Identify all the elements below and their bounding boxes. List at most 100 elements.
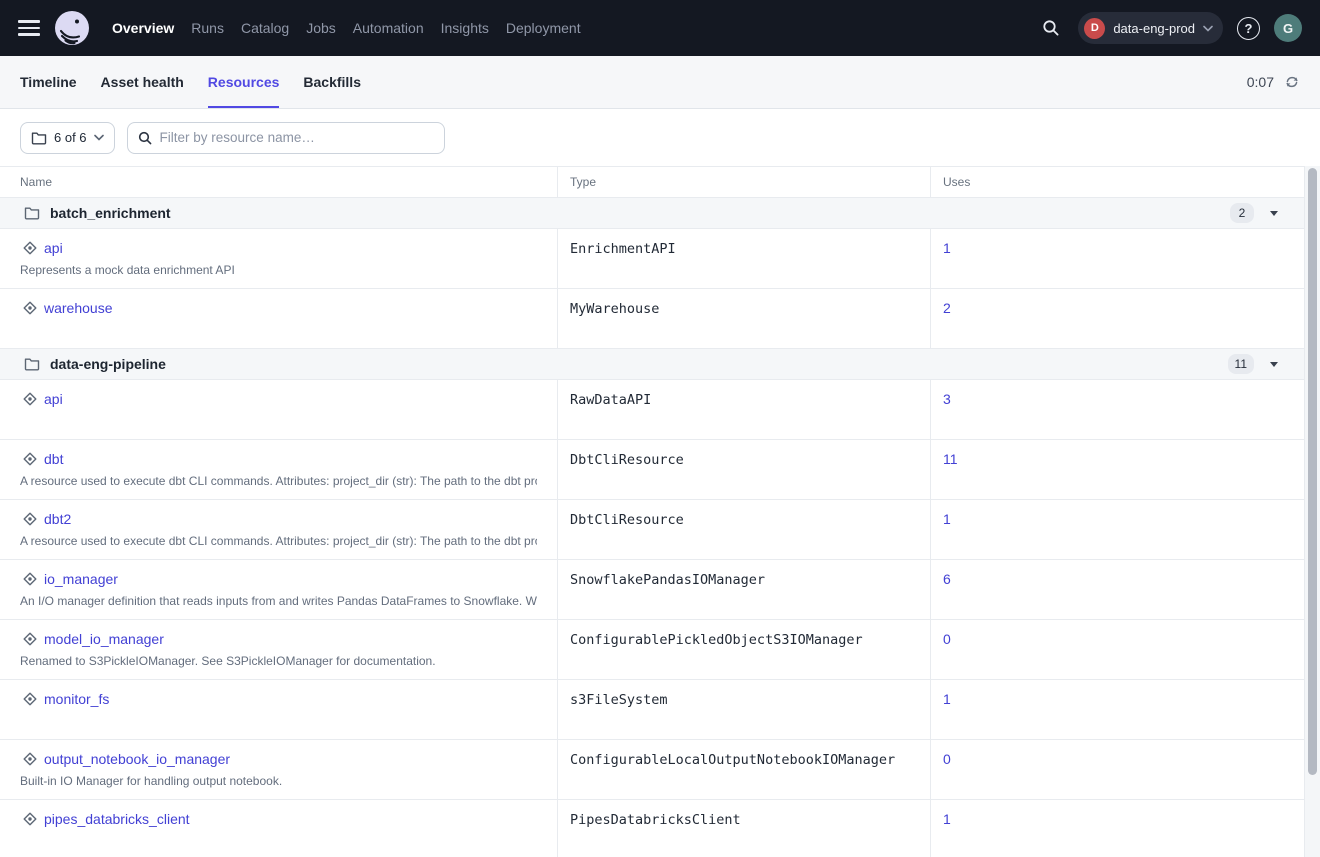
resource-uses-link[interactable]: 0 xyxy=(943,751,951,767)
resource-uses-cell: 0 xyxy=(930,740,1305,799)
resource-name-link[interactable]: dbt2 xyxy=(44,511,71,527)
tab-backfills[interactable]: Backfills xyxy=(303,56,361,108)
resource-icon xyxy=(22,811,38,827)
nav-item-overview[interactable]: Overview xyxy=(112,20,174,36)
resource-description: A resource used to execute dbt CLI comma… xyxy=(20,534,537,548)
search-icon[interactable] xyxy=(1038,15,1064,41)
resource-uses-link[interactable]: 1 xyxy=(943,511,951,527)
resource-name-link[interactable]: pipes_databricks_client xyxy=(44,811,190,827)
resource-uses-link[interactable]: 11 xyxy=(943,451,958,467)
collapse-caret-icon[interactable] xyxy=(1270,362,1278,367)
group-header-row[interactable]: batch_enrichment 2 xyxy=(0,198,1304,229)
deployment-badge: D xyxy=(1084,18,1105,39)
resource-name-cell: dbt2 A resource used to execute dbt CLI … xyxy=(0,500,557,559)
nav-item-jobs[interactable]: Jobs xyxy=(306,20,336,36)
resource-type-cell: EnrichmentAPI xyxy=(557,229,930,288)
resource-icon xyxy=(22,751,38,767)
resource-icon xyxy=(22,691,38,707)
scrollbar-track[interactable] xyxy=(1305,166,1320,857)
group-name: data-eng-pipeline xyxy=(50,356,166,372)
resource-type: MyWarehouse xyxy=(570,301,659,317)
group-scope-button[interactable]: 6 of 6 xyxy=(20,122,115,154)
search-icon xyxy=(138,131,152,145)
tab-resources[interactable]: Resources xyxy=(208,56,280,108)
resource-row: api RawDataAPI 3 xyxy=(0,380,1304,440)
resource-name-cell: pipes_databricks_client xyxy=(0,800,557,857)
resource-name-link[interactable]: output_notebook_io_manager xyxy=(44,751,230,767)
resource-name-cell: api Represents a mock data enrichment AP… xyxy=(0,229,557,288)
resource-name-link[interactable]: api xyxy=(44,391,63,407)
resource-uses-cell: 11 xyxy=(930,440,1305,499)
resource-filter-input[interactable] xyxy=(160,130,434,145)
refresh-icon[interactable] xyxy=(1284,74,1300,90)
chevron-down-icon xyxy=(94,134,104,141)
resource-row: api Represents a mock data enrichment AP… xyxy=(0,229,1304,289)
table-body: batch_enrichment 2 api Represents a mock… xyxy=(0,198,1304,857)
resource-type: PipesDatabricksClient xyxy=(570,812,741,828)
deployment-switcher[interactable]: D data-eng-prod xyxy=(1078,12,1223,44)
resource-description: Built-in IO Manager for handling output … xyxy=(20,774,537,788)
table-header: Name Type Uses xyxy=(0,166,1304,198)
folder-icon xyxy=(31,131,47,145)
resource-uses-link[interactable]: 1 xyxy=(943,240,951,256)
resource-type-cell: RawDataAPI xyxy=(557,380,930,439)
resource-icon xyxy=(22,511,38,527)
scrollbar-thumb[interactable] xyxy=(1308,168,1317,775)
nav-item-deployment[interactable]: Deployment xyxy=(506,20,581,36)
resource-uses-cell: 3 xyxy=(930,380,1305,439)
collapse-caret-icon[interactable] xyxy=(1270,211,1278,216)
resource-icon xyxy=(22,631,38,647)
resource-uses-cell: 6 xyxy=(930,560,1305,619)
resource-uses-cell: 0 xyxy=(930,620,1305,679)
resource-description: Renamed to S3PickleIOManager. See S3Pick… xyxy=(20,654,537,668)
group-scope-label: 6 of 6 xyxy=(54,130,87,145)
menu-icon[interactable] xyxy=(18,16,42,40)
resource-type: s3FileSystem xyxy=(570,692,668,708)
resource-uses-link[interactable]: 0 xyxy=(943,631,951,647)
resource-type: DbtCliResource xyxy=(570,512,684,528)
resource-type-cell: ConfigurablePickledObjectS3IOManager xyxy=(557,620,930,679)
resource-type-cell: MyWarehouse xyxy=(557,289,930,348)
nav-item-automation[interactable]: Automation xyxy=(353,20,424,36)
resource-icon xyxy=(22,300,38,316)
nav-item-insights[interactable]: Insights xyxy=(441,20,489,36)
refresh-timer: 0:07 xyxy=(1247,74,1274,90)
main-content: Name Type Uses batch_enrichment 2 api Re… xyxy=(0,166,1320,857)
resource-row: dbt A resource used to execute dbt CLI c… xyxy=(0,440,1304,500)
resource-icon xyxy=(22,451,38,467)
nav-item-catalog[interactable]: Catalog xyxy=(241,20,289,36)
dagster-logo-icon[interactable] xyxy=(54,10,90,46)
resource-type-cell: s3FileSystem xyxy=(557,680,930,739)
resource-uses-link[interactable]: 3 xyxy=(943,391,951,407)
resource-row: pipes_databricks_client PipesDatabricksC… xyxy=(0,800,1304,857)
resource-name-link[interactable]: model_io_manager xyxy=(44,631,164,647)
resource-name-link[interactable]: monitor_fs xyxy=(44,691,109,707)
resource-name-link[interactable]: api xyxy=(44,240,63,256)
resource-type: DbtCliResource xyxy=(570,452,684,468)
resource-row: output_notebook_io_manager Built-in IO M… xyxy=(0,740,1304,800)
resource-name-link[interactable]: dbt xyxy=(44,451,63,467)
tab-asset-health[interactable]: Asset health xyxy=(101,56,184,108)
tab-strip-right: 0:07 xyxy=(1247,56,1300,108)
tab-timeline[interactable]: Timeline xyxy=(20,56,77,108)
group-header-row[interactable]: data-eng-pipeline 11 xyxy=(0,349,1304,380)
resource-name-link[interactable]: warehouse xyxy=(44,300,113,316)
primary-nav: Overview Runs Catalog Jobs Automation Insight… xyxy=(112,20,581,36)
resource-name-link[interactable]: io_manager xyxy=(44,571,118,587)
resource-uses-cell: 1 xyxy=(930,500,1305,559)
resource-uses-link[interactable]: 2 xyxy=(943,300,951,316)
resource-uses-link[interactable]: 1 xyxy=(943,691,951,707)
help-icon[interactable]: ? xyxy=(1237,17,1260,40)
column-header-type: Type xyxy=(557,167,930,197)
tabs: Timeline Asset health Resources Backfills xyxy=(20,56,361,108)
nav-item-runs[interactable]: Runs xyxy=(191,20,224,36)
resource-name-cell: dbt A resource used to execute dbt CLI c… xyxy=(0,440,557,499)
resource-type-cell: ConfigurableLocalOutputNotebookIOManager xyxy=(557,740,930,799)
resource-type: ConfigurableLocalOutputNotebookIOManager xyxy=(570,752,895,768)
avatar[interactable]: G xyxy=(1274,14,1302,42)
resource-uses-link[interactable]: 1 xyxy=(943,811,951,827)
resource-uses-link[interactable]: 6 xyxy=(943,571,951,587)
resource-uses-cell: 2 xyxy=(930,289,1305,348)
resource-icon xyxy=(22,391,38,407)
resource-row: model_io_manager Renamed to S3PickleIOMa… xyxy=(0,620,1304,680)
